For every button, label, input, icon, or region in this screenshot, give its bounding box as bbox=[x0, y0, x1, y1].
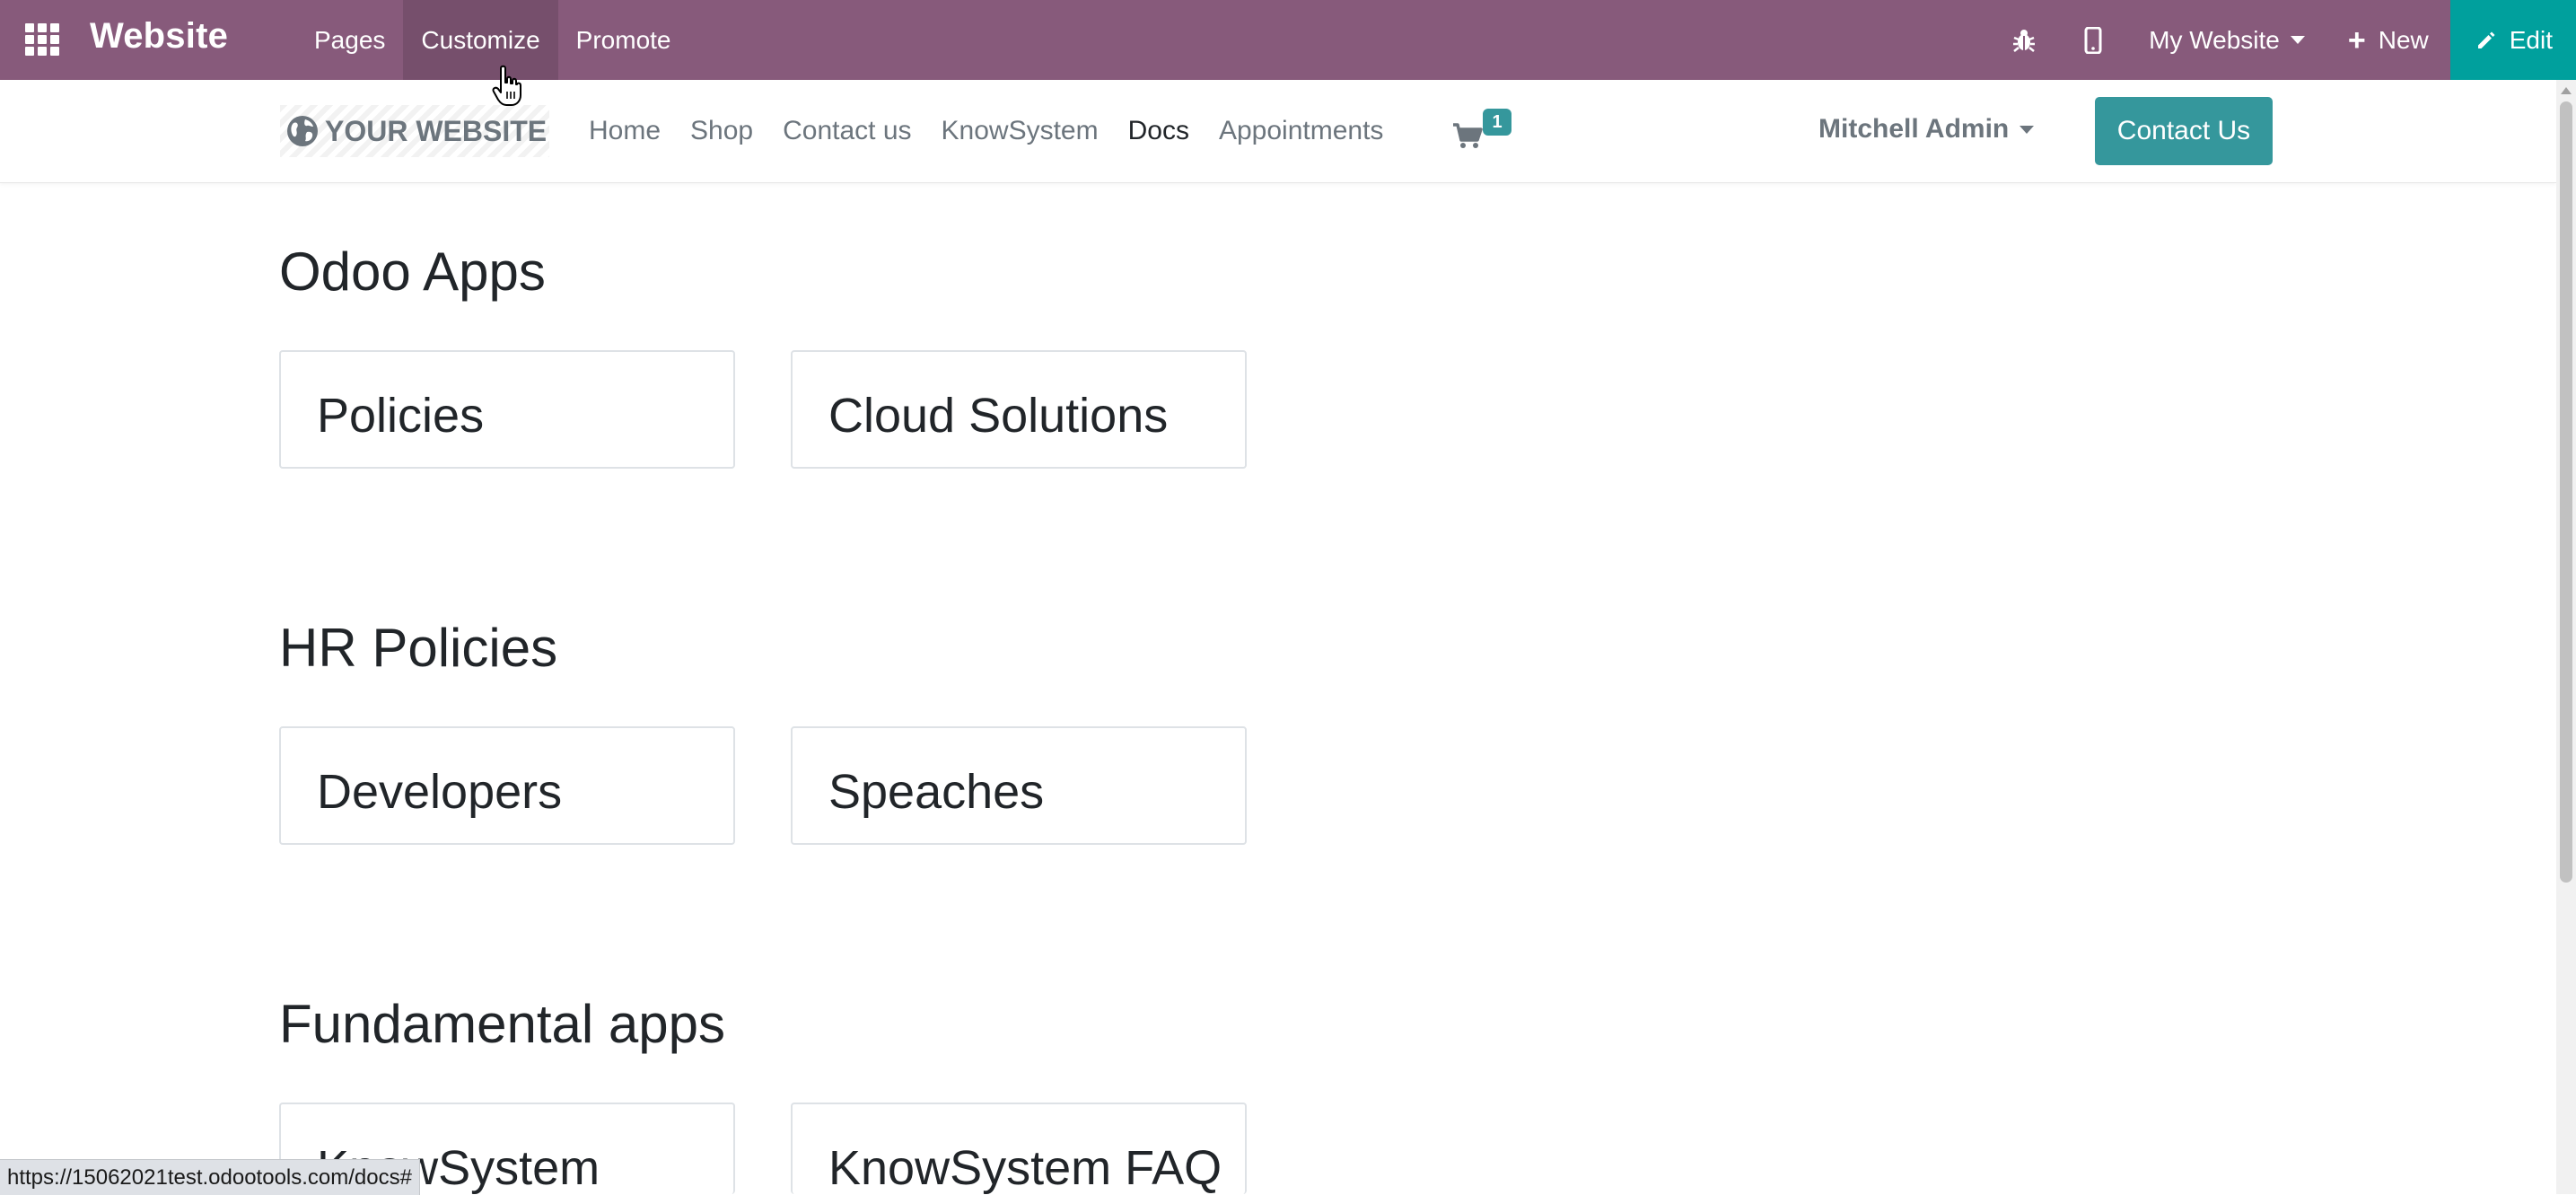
section-title-hr-policies: HR Policies bbox=[279, 618, 558, 678]
website-selector-label: My Website bbox=[2149, 25, 2280, 54]
doc-card-cloud-solutions[interactable]: Cloud Solutions bbox=[791, 350, 1247, 469]
chevron-down-icon bbox=[2020, 125, 2035, 134]
card-label: KnowSystem FAQ bbox=[828, 1141, 1222, 1194]
new-label: New bbox=[2378, 25, 2429, 54]
globe-icon bbox=[287, 116, 318, 146]
apps-grid-icon[interactable] bbox=[25, 23, 61, 56]
nav-knowsystem[interactable]: KnowSystem bbox=[942, 116, 1099, 146]
section-title-fundamental-apps: Fundamental apps bbox=[279, 994, 725, 1054]
website-admin-bar: Website Pages Customize Promote My Websi… bbox=[0, 0, 2576, 80]
menu-promote[interactable]: Promote bbox=[558, 0, 689, 80]
doc-card-knowsystem-faq[interactable]: KnowSystem FAQ bbox=[791, 1103, 1247, 1194]
nav-shop[interactable]: Shop bbox=[690, 116, 753, 146]
contact-us-button[interactable]: Contact Us bbox=[2095, 97, 2273, 165]
debug-button[interactable] bbox=[1989, 0, 2059, 80]
scrollbar-thumb[interactable] bbox=[2560, 101, 2572, 883]
plus-icon: + bbox=[2347, 22, 2366, 57]
link-status-bar: https://15062021test.odootools.com/docs# bbox=[0, 1159, 420, 1195]
nav-contact-us[interactable]: Contact us bbox=[783, 116, 911, 146]
cart-count-badge: 1 bbox=[1483, 109, 1511, 136]
card-label: Developers bbox=[317, 765, 563, 819]
menu-customize[interactable]: Customize bbox=[403, 0, 558, 80]
website-header: YOUR WEBSITE Home Shop Contact us KnowSy… bbox=[0, 80, 2556, 183]
doc-card-policies[interactable]: Policies bbox=[279, 350, 735, 469]
bug-icon bbox=[2013, 29, 2036, 52]
menu-pages[interactable]: Pages bbox=[296, 0, 403, 80]
cart-link[interactable]: 1 bbox=[1452, 109, 1515, 163]
pencil-icon bbox=[2477, 31, 2495, 48]
page-scrollbar[interactable] bbox=[2556, 80, 2576, 1194]
chevron-down-icon bbox=[2290, 36, 2305, 44]
user-name: Mitchell Admin bbox=[1818, 114, 2010, 144]
website-selector[interactable]: My Website bbox=[2127, 0, 2326, 80]
doc-card-developers[interactable]: Developers bbox=[279, 726, 735, 845]
nav-appointments[interactable]: Appointments bbox=[1219, 116, 1383, 146]
nav-home[interactable]: Home bbox=[589, 116, 661, 146]
scroll-up-arrow-icon[interactable] bbox=[2561, 87, 2572, 94]
mobile-preview-button[interactable] bbox=[2059, 0, 2127, 80]
card-label: Speaches bbox=[828, 765, 1045, 819]
edit-label: Edit bbox=[2509, 25, 2553, 54]
edit-button[interactable]: Edit bbox=[2449, 0, 2576, 80]
main-navigation: Home Shop Contact us KnowSystem Docs App… bbox=[589, 80, 1413, 182]
shopping-cart-icon bbox=[1453, 123, 1483, 148]
card-label: Policies bbox=[317, 389, 485, 443]
mobile-icon bbox=[2084, 26, 2102, 54]
doc-card-speaches[interactable]: Speaches bbox=[791, 726, 1247, 845]
card-label: Cloud Solutions bbox=[828, 389, 1169, 443]
section-title-odoo-apps: Odoo Apps bbox=[279, 242, 546, 302]
site-logo[interactable]: YOUR WEBSITE bbox=[280, 105, 549, 157]
nav-docs[interactable]: Docs bbox=[1128, 116, 1189, 146]
user-menu[interactable]: Mitchell Admin bbox=[1818, 114, 2035, 145]
admin-bar-right: My Website + New Edit bbox=[1989, 0, 2576, 80]
hand-pointer-cursor-icon bbox=[492, 65, 521, 106]
app-brand-title[interactable]: Website bbox=[90, 16, 228, 57]
new-content-button[interactable]: + New bbox=[2326, 0, 2450, 80]
logo-text: YOUR WEBSITE bbox=[325, 114, 548, 147]
